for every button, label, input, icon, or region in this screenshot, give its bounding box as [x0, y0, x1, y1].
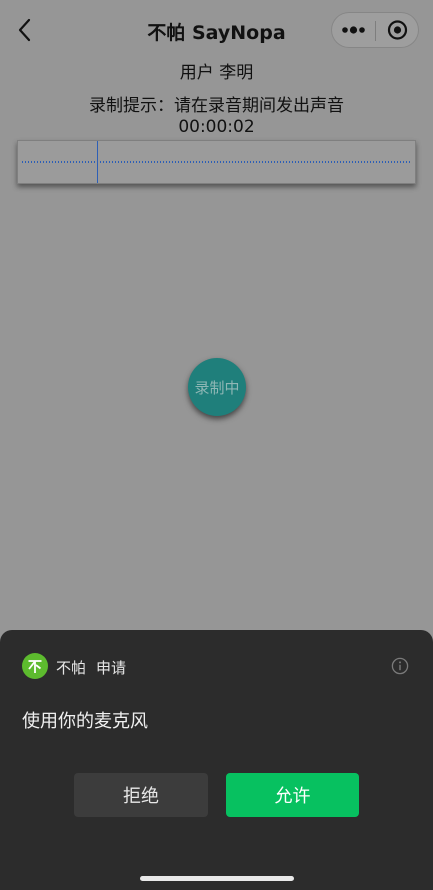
home-indicator[interactable] — [140, 876, 294, 881]
app-logo — [22, 653, 48, 679]
more-button[interactable] — [332, 13, 375, 47]
app-logo-icon — [28, 660, 42, 673]
recording-page: 不帕 SayNopa 用户 李明 录制提示：请在录音期间发出声音 00:00:0… — [0, 0, 433, 890]
navigation-bar: 不帕 SayNopa — [0, 0, 433, 60]
record-button[interactable]: 录制中 — [188, 358, 246, 416]
permission-request-text: 使用你的麦克风 — [22, 711, 148, 732]
more-icon — [342, 26, 365, 34]
target-icon — [387, 20, 408, 40]
deny-button[interactable]: 拒绝 — [74, 773, 208, 817]
menu-capsule — [331, 12, 419, 48]
info-icon — [391, 657, 409, 675]
recording-hint: 录制提示：请在录音期间发出声音 — [89, 96, 344, 116]
close-miniprogram-button[interactable] — [376, 13, 419, 47]
request-action: 申请 — [96, 659, 127, 677]
allow-button[interactable]: 允许 — [226, 773, 359, 817]
recording-timer: 00:00:02 — [178, 117, 255, 137]
info-button[interactable] — [391, 657, 409, 675]
app-name: 不帕 — [56, 659, 87, 677]
user-name: 用户 李明 — [179, 63, 254, 83]
waveform-baseline — [22, 161, 411, 163]
permission-sheet: 不帕 申请 使用你的麦克风 拒绝 允许 — [0, 630, 433, 890]
waveform-cursor — [97, 141, 98, 183]
waveform-display — [17, 140, 416, 184]
